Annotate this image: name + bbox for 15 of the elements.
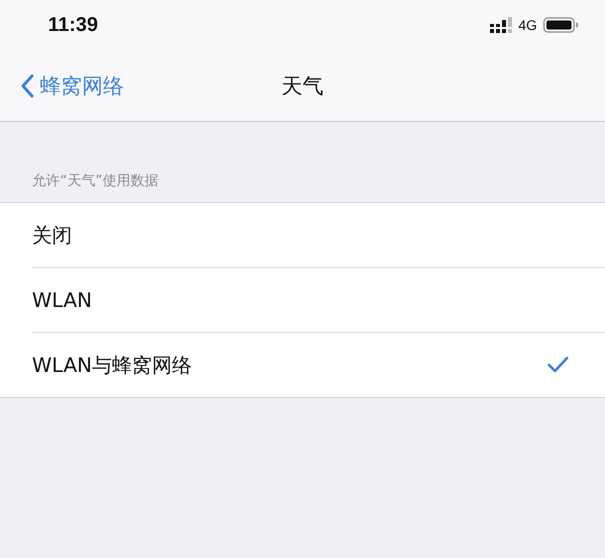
option-label: 关闭 — [32, 222, 72, 248]
option-label: WLAN与蜂窝网络 — [32, 352, 192, 378]
chevron-icon — [20, 74, 34, 98]
page-title: 天气 — [282, 72, 324, 100]
status-time: 11:39 — [48, 14, 98, 36]
signal-icon — [490, 17, 512, 33]
checkmark-icon — [547, 356, 569, 374]
option-row[interactable]: WLAN — [32, 268, 605, 333]
option-row[interactable]: 关闭 — [32, 203, 605, 268]
option-label: WLAN — [32, 288, 92, 312]
option-row[interactable]: WLAN与蜂窝网络 — [32, 333, 605, 397]
network-type: 4G — [518, 17, 537, 33]
back-button[interactable]: 蜂窝网络 — [0, 70, 130, 100]
battery-icon — [543, 17, 579, 33]
section-header: 允许“天气”使用数据 — [31, 172, 160, 191]
